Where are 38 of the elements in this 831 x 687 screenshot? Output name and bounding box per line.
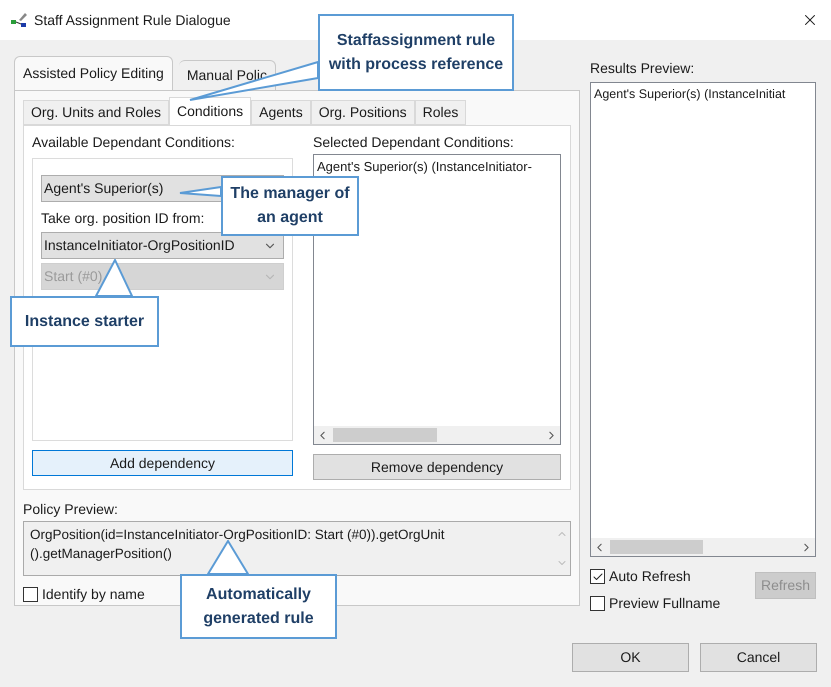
- horizontal-scrollbar[interactable]: [314, 426, 560, 444]
- section-label: Results Preview:: [590, 59, 696, 78]
- tab[interactable]: Org. Units and Roles: [23, 100, 169, 125]
- field-label: Take org. position ID from:: [41, 209, 204, 228]
- dependency-button[interactable]: Remove dependency: [313, 454, 561, 480]
- check-icon: [592, 570, 604, 582]
- checkbox-label: Identify by name: [42, 585, 145, 604]
- callout-pointer: [207, 540, 249, 575]
- horizontal-scrollbar[interactable]: [591, 538, 815, 556]
- section-label: Available Dependant Conditions:: [32, 133, 236, 152]
- tab[interactable]: Conditions: [168, 97, 252, 125]
- results-preview-list[interactable]: Agent's Superior(s) (InstanceInitiat: [590, 82, 816, 557]
- list-item[interactable]: Agent's Superior(s) (InstanceInitiat: [594, 85, 815, 104]
- preview-text-line: ().getManagerPosition(): [30, 545, 172, 564]
- callout: Staffassignment rule with process reference: [318, 14, 514, 91]
- section-label: Selected Dependant Conditions:: [313, 133, 515, 152]
- tab[interactable]: Assisted Policy Editing: [14, 56, 173, 90]
- preview-text-line: OrgPosition(id=InstanceInitiator-OrgPositionID: Start (#0)).getOrgUnit: [30, 526, 445, 544]
- checkbox-label: Preview Fullname: [609, 594, 720, 613]
- callout-pointer: [179, 186, 222, 197]
- checkbox[interactable]: [590, 596, 605, 611]
- section-label: Policy Preview:: [23, 500, 119, 520]
- app-icon: [10, 12, 28, 28]
- list-item[interactable]: Agent's Superior(s) (InstanceInitiator-: [317, 157, 560, 176]
- dependency-button[interactable]: Add dependency: [32, 450, 293, 476]
- tab[interactable]: Roles: [414, 100, 466, 125]
- scrollbar-thumb[interactable]: [610, 540, 703, 554]
- tab[interactable]: Org. Positions: [310, 100, 415, 125]
- scrollbar-thumb[interactable]: [333, 428, 437, 442]
- window-title: Staff Assignment Rule Dialogue: [34, 10, 232, 30]
- dropdown[interactable]: InstanceInitiator-OrgPositionID: [41, 232, 284, 259]
- callout: The manager of an agent: [221, 176, 359, 236]
- checkbox[interactable]: [23, 587, 38, 602]
- tab[interactable]: Agents: [251, 100, 311, 125]
- checkbox[interactable]: [590, 569, 605, 584]
- dialog-button[interactable]: Cancel: [700, 643, 817, 672]
- checkbox-label: Auto Refresh: [609, 567, 691, 586]
- dialog-button[interactable]: OK: [572, 643, 689, 672]
